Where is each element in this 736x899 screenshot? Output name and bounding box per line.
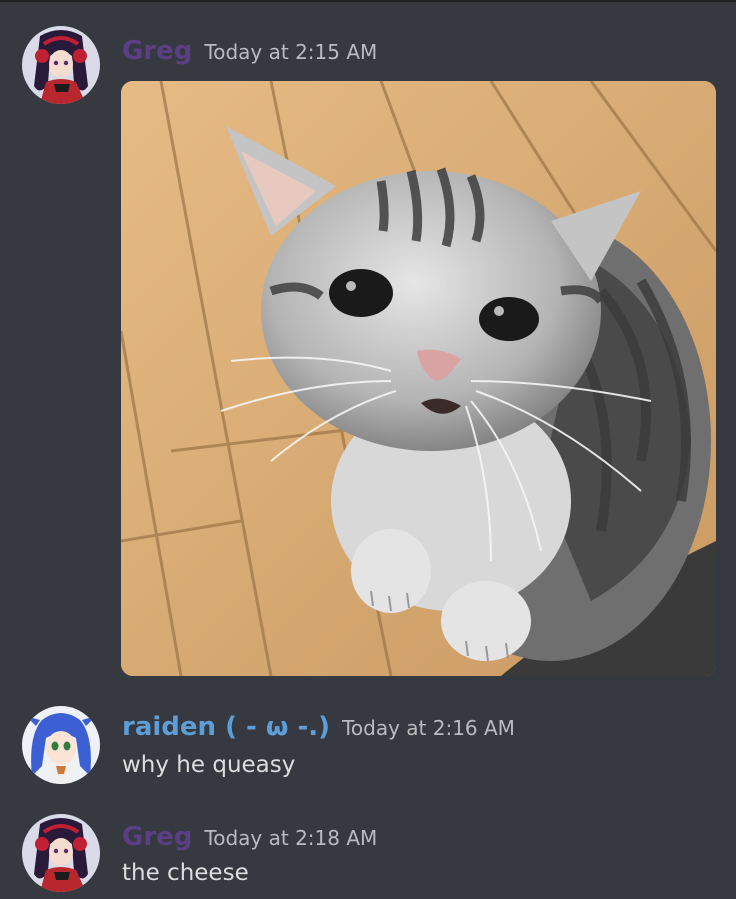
anime-girl-avatar-icon — [22, 814, 100, 892]
message-text: why he queasy — [122, 752, 296, 778]
message-text: the cheese — [122, 860, 249, 886]
avatar[interactable] — [22, 706, 100, 784]
message-greg-image: Greg Today at 2:15 AM — [0, 0, 736, 690]
cat-photo-icon — [121, 81, 716, 676]
message-raiden: raiden ( - ω -.) Today at 2:16 AM why he … — [0, 700, 736, 800]
author-name[interactable]: raiden ( - ω -.) — [122, 712, 330, 742]
avatar[interactable] — [22, 814, 100, 892]
author-name[interactable]: Greg — [122, 822, 192, 852]
author-name[interactable]: Greg — [122, 36, 192, 66]
anime-girl-blue-hair-avatar-icon — [22, 706, 100, 784]
image-attachment[interactable] — [121, 81, 716, 676]
timestamp: Today at 2:16 AM — [342, 716, 515, 740]
anime-girl-avatar-icon — [22, 26, 100, 104]
avatar[interactable] — [22, 26, 100, 104]
timestamp: Today at 2:15 AM — [204, 40, 378, 64]
message-greg: Greg Today at 2:18 AM the cheese — [0, 806, 736, 899]
timestamp: Today at 2:18 AM — [204, 826, 378, 850]
